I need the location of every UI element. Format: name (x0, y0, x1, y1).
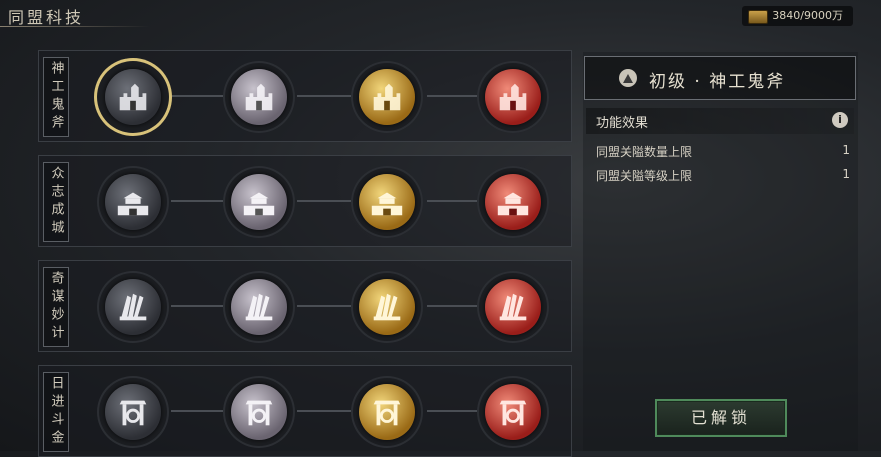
scroll-fan-icon (119, 293, 147, 321)
tech-row-label: 奇谋妙计 (43, 267, 69, 347)
gate-coin-icon (245, 400, 273, 426)
effect-value: 1 (842, 167, 850, 181)
tech-node-r4-2[interactable] (223, 376, 295, 448)
title-underline (0, 26, 150, 27)
scroll-fan-icon (499, 293, 527, 321)
unlocked-button[interactable]: 已解锁 (655, 399, 787, 437)
tech-node-r3-3[interactable] (351, 271, 423, 343)
node-connector (171, 410, 229, 412)
effect-section-header: 功能效果 i (586, 108, 854, 134)
effect-row: 同盟关隘等级上限 1 (586, 165, 854, 185)
tech-row-label: 众志成城 (43, 162, 69, 242)
tech-node-r1-4[interactable] (477, 61, 549, 133)
tech-node-r4-3[interactable] (351, 376, 423, 448)
node-connector (171, 305, 229, 307)
tech-node-r1-3[interactable] (351, 61, 423, 133)
fortress-icon (119, 83, 147, 111)
scroll-fan-icon (373, 293, 401, 321)
tech-node-r2-1[interactable] (97, 166, 169, 238)
node-connector (297, 410, 359, 412)
tech-node-r1-1[interactable] (97, 61, 169, 133)
effect-title: 功能效果 (596, 116, 649, 131)
tech-row-3: 奇谋妙计 (38, 260, 572, 352)
gate-coin-icon (119, 400, 147, 426)
tech-row-2: 众志成城 (38, 155, 572, 247)
node-connector (427, 410, 483, 412)
node-connector (297, 95, 359, 97)
node-connector (297, 305, 359, 307)
tech-row-4: 日进斗金 (38, 365, 572, 457)
gold-bar-icon (748, 10, 769, 24)
tech-row-1: 神工鬼斧 (38, 50, 572, 142)
effect-label: 同盟关隘等级上限 (596, 169, 693, 183)
city-wall-icon (371, 192, 403, 216)
gate-coin-icon (499, 400, 527, 426)
tech-node-r1-2[interactable] (223, 61, 295, 133)
scroll-fan-icon (245, 293, 273, 321)
effect-value: 1 (842, 143, 850, 157)
fortress-icon (499, 83, 527, 111)
city-wall-icon (117, 192, 149, 216)
effect-row: 同盟关隘数量上限 1 (586, 141, 854, 161)
tech-node-r3-2[interactable] (223, 271, 295, 343)
tech-node-r4-1[interactable] (97, 376, 169, 448)
node-connector (427, 200, 483, 202)
fortress-icon (245, 83, 273, 111)
city-wall-icon (243, 192, 275, 216)
tech-row-label: 日进斗金 (43, 372, 69, 452)
info-icon[interactable]: i (832, 112, 848, 128)
node-connector (427, 305, 483, 307)
tech-node-r3-1[interactable] (97, 271, 169, 343)
tech-node-r3-4[interactable] (477, 271, 549, 343)
gate-coin-icon (373, 400, 401, 426)
resource-counter: 3840/9000万 (742, 6, 853, 26)
page-title: 同盟科技 (8, 8, 85, 27)
detail-title: 初级 · 神工鬼斧 (649, 72, 786, 92)
node-connector (171, 95, 229, 97)
effect-label: 同盟关隘数量上限 (596, 145, 693, 159)
node-connector (171, 200, 229, 202)
node-connector (427, 95, 483, 97)
tech-node-r2-2[interactable] (223, 166, 295, 238)
city-wall-icon (497, 192, 529, 216)
tech-node-r4-4[interactable] (477, 376, 549, 448)
node-connector (297, 200, 359, 202)
resource-value: 3840/9000万 (772, 9, 843, 22)
fortress-icon (373, 83, 401, 111)
fortress-small-icon (619, 69, 637, 87)
tech-node-r2-4[interactable] (477, 166, 549, 238)
detail-header: 初级 · 神工鬼斧 (584, 56, 856, 100)
tech-row-label: 神工鬼斧 (43, 57, 69, 137)
tech-node-r2-3[interactable] (351, 166, 423, 238)
